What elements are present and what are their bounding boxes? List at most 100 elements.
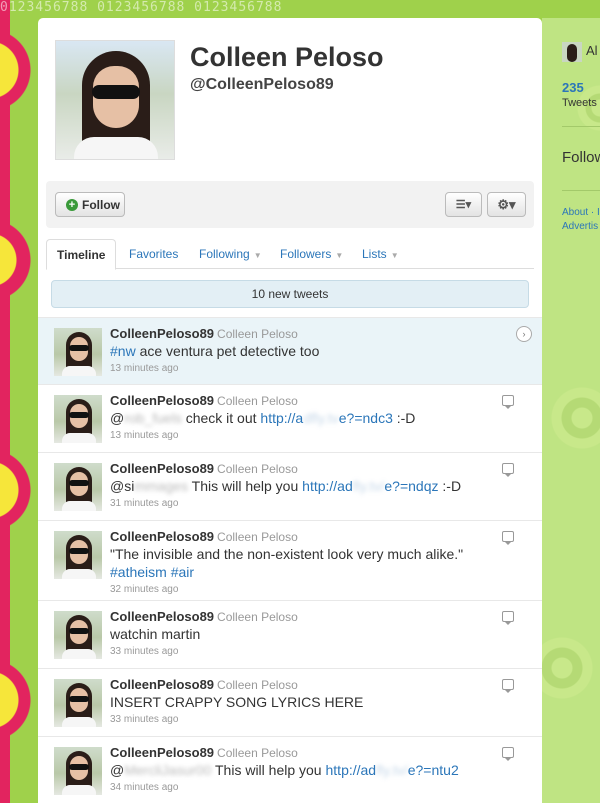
tweet-text: @simmages This will help you http://adfl… (110, 477, 502, 495)
tweet-fullname: Colleen Peloso (217, 530, 298, 544)
tweet-timestamp[interactable]: 13 minutes ago (110, 363, 502, 374)
tweet-username[interactable]: ColleenPeloso89 (110, 461, 214, 476)
tweet-text-segment: :-D (438, 478, 462, 494)
tab-timeline-label: Timeline (57, 248, 106, 262)
tweet-username[interactable]: ColleenPeloso89 (110, 393, 214, 408)
tweet-avatar[interactable] (54, 531, 102, 579)
gear-menu-button[interactable]: ⚙▾ (487, 192, 526, 217)
tweet-text: "The invisible and the non-existent look… (110, 545, 502, 581)
tweet-item[interactable]: ColleenPeloso89 Colleen Peloso watchin mar… (38, 600, 542, 668)
tweet-item[interactable]: ColleenPeloso89 Colleen Peloso @simmages T… (38, 452, 542, 520)
tweet-text-segment: @si (110, 478, 135, 494)
tweet-username[interactable]: ColleenPeloso89 (110, 745, 214, 760)
reply-icon[interactable] (502, 395, 514, 409)
tweet-link[interactable]: e?=ndqz (384, 478, 438, 494)
tweet-text-segment: INSERT CRAPPY SONG LYRICS HERE (110, 694, 364, 710)
tweet-header: ColleenPeloso89 Colleen Peloso (110, 326, 502, 341)
tweet-fullname: Colleen Peloso (217, 394, 298, 408)
list-menu-button[interactable]: ☰▾ (445, 192, 482, 217)
tweet-timestamp[interactable]: 33 minutes ago (110, 714, 502, 725)
sidebar-avatar[interactable] (562, 42, 582, 62)
tweet-count[interactable]: 235 (562, 80, 584, 95)
tweet-text-segment: @ (110, 410, 125, 426)
tweet-text-segment: This will help you (188, 478, 303, 494)
tweet-link[interactable]: http://a (260, 410, 303, 426)
tab-following[interactable]: Following ▼ (199, 239, 262, 269)
tab-favorites[interactable]: Favorites (129, 239, 178, 269)
tweet-avatar[interactable] (54, 395, 102, 443)
chevron-down-icon: ▼ (253, 251, 262, 260)
reply-icon[interactable] (502, 747, 514, 761)
tweet-timestamp[interactable]: 34 minutes ago (110, 782, 502, 793)
tweet-text: #nw ace ventura pet detective too (110, 342, 502, 360)
tweet-link[interactable]: #atheism (110, 564, 167, 580)
reply-icon[interactable] (502, 531, 514, 545)
tweet-avatar[interactable] (54, 747, 102, 795)
profile-tabs: Timeline Favorites Following ▼ Followers ▼… (46, 239, 534, 270)
tweet-text-segment: ace ventura pet detective too (135, 343, 320, 359)
tweet-header: ColleenPeloso89 Colleen Peloso (110, 677, 502, 692)
tweet-fullname: Colleen Peloso (217, 327, 298, 341)
sidebar: Al 235 Tweets Follow About · I Advertis (556, 18, 600, 803)
tweet-text-segment: check it out (181, 410, 261, 426)
list-icon: ☰▾ (455, 199, 472, 211)
footer-links[interactable]: About · I (562, 207, 600, 218)
tweet-link[interactable]: #nw (110, 343, 136, 359)
tweet-text-segment: :-D (392, 410, 416, 426)
tweet-timestamp[interactable]: 13 minutes ago (110, 430, 502, 441)
tab-favorites-label: Favorites (129, 247, 179, 261)
redacted-text: rob_fuels (124, 410, 182, 426)
tweet-timestamp[interactable]: 32 minutes ago (110, 584, 502, 595)
tweet-avatar[interactable] (54, 463, 102, 511)
divider (562, 190, 600, 191)
tweet-avatar[interactable] (54, 611, 102, 659)
tweet-item[interactable]: ColleenPeloso89 Colleen Peloso @rob_fuels … (38, 384, 542, 452)
tweet-item[interactable]: ColleenPeloso89 Colleen Peloso #nw ace ven… (38, 317, 542, 384)
tweet-fullname: Colleen Peloso (217, 678, 298, 692)
tab-lists[interactable]: Lists ▼ (362, 239, 399, 269)
follow-button-label: Follow (82, 197, 120, 212)
tweet-item[interactable]: ColleenPeloso89 Colleen Peloso INSERT CRAP… (38, 668, 542, 736)
plus-icon: + (66, 198, 78, 211)
background-digits: 0123456788 0123456788 0123456788 (0, 0, 283, 15)
chevron-down-icon: ▼ (390, 251, 399, 260)
tab-timeline[interactable]: Timeline (46, 239, 117, 270)
reply-icon[interactable] (502, 679, 514, 693)
tweet-username[interactable]: ColleenPeloso89 (110, 529, 214, 544)
profile-panel: Colleen Peloso @ColleenPeloso89 + Follow… (38, 18, 542, 803)
footer-advertise-link[interactable]: Advertis (562, 221, 598, 232)
redacted-text: dfly.tv (303, 410, 339, 426)
reply-icon[interactable] (502, 463, 514, 477)
tweet-link[interactable]: #air (171, 564, 194, 580)
tweet-count-label: Tweets (562, 97, 597, 109)
tweet-avatar[interactable] (54, 328, 102, 376)
tweet-text: @MercliJasur00 This will help you http:/… (110, 761, 502, 779)
expand-arrow-icon[interactable]: › (516, 326, 532, 342)
sidebar-name[interactable]: Al (586, 43, 598, 58)
tweet-username[interactable]: ColleenPeloso89 (110, 326, 214, 341)
tweet-username[interactable]: ColleenPeloso89 (110, 609, 214, 624)
tweet-link[interactable]: e?=ntu2 (408, 762, 459, 778)
tweet-text: watchin martin (110, 625, 502, 643)
tab-followers[interactable]: Followers ▼ (280, 239, 343, 269)
tweet-link[interactable]: e?=ndc3 (339, 410, 393, 426)
redacted-text: mmages (134, 478, 189, 494)
tweet-item[interactable]: ColleenPeloso89 Colleen Peloso @MercliJasu… (38, 736, 542, 800)
new-tweets-bar[interactable]: 10 new tweets (51, 280, 529, 308)
tweet-timestamp[interactable]: 33 minutes ago (110, 646, 502, 657)
reply-icon[interactable] (502, 611, 514, 625)
redacted-text: fly.tv/ (352, 478, 385, 494)
follow-button[interactable]: + Follow (55, 192, 125, 217)
tweet-avatar[interactable] (54, 679, 102, 727)
tweet-username[interactable]: ColleenPeloso89 (110, 677, 214, 692)
tweet-item[interactable]: ColleenPeloso89 Colleen Peloso "The invisi… (38, 520, 542, 600)
gear-icon: ⚙▾ (497, 196, 516, 212)
divider (562, 126, 600, 127)
tweet-timestamp[interactable]: 31 minutes ago (110, 498, 502, 509)
profile-header: Colleen Peloso @ColleenPeloso89 (38, 18, 542, 178)
background-left-decoration (0, 0, 38, 803)
tweet-link[interactable]: http://ad (326, 762, 377, 778)
tweet-link[interactable]: http://ad (302, 478, 353, 494)
tweet-text: INSERT CRAPPY SONG LYRICS HERE (110, 693, 502, 711)
profile-avatar[interactable] (55, 40, 175, 160)
